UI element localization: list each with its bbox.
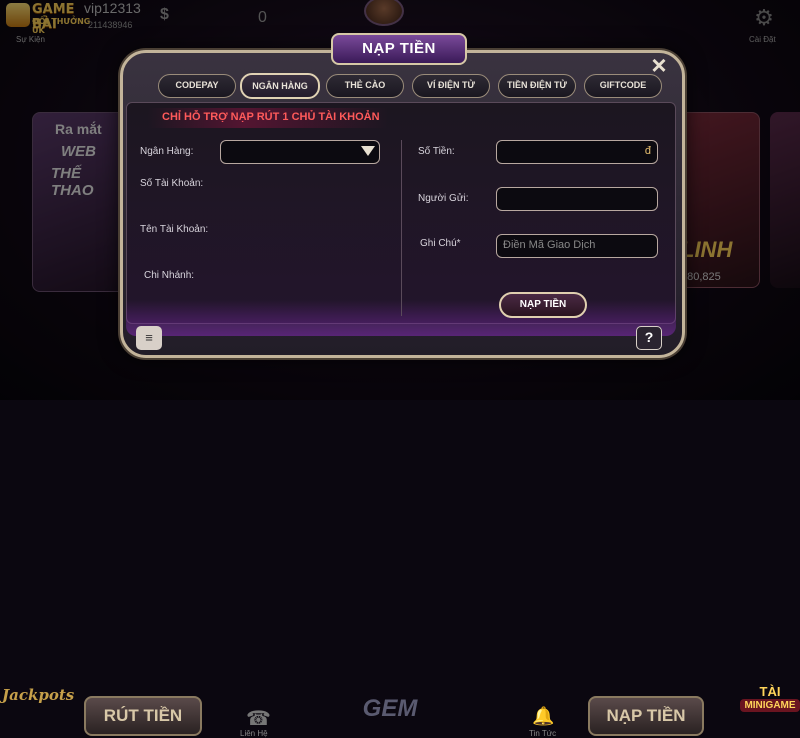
tab-giftcode[interactable]: GIFTCODE	[584, 74, 662, 98]
note-input[interactable]: Điền Mã Giao Dịch	[496, 234, 658, 258]
note-placeholder: Điền Mã Giao Dịch	[503, 239, 596, 251]
amount-label: Số Tiền:	[418, 146, 455, 157]
jackpots-button[interactable]: Jackpots	[2, 686, 76, 726]
notice-text: CHỈ HỖ TRỢ NẠP RÚT 1 CHỦ TÀI KHOẢN	[162, 111, 380, 123]
news-label: Tin Tức	[529, 729, 557, 738]
column-divider	[401, 140, 402, 316]
minigame-tai: TÀI	[759, 684, 781, 699]
chevron-down-icon	[361, 146, 375, 156]
bank-label: Ngân Hàng:	[140, 146, 194, 157]
bank-select[interactable]	[220, 140, 380, 164]
amount-input[interactable]: đ	[496, 140, 658, 164]
submit-deposit-button[interactable]: NẠP TIỀN	[499, 292, 587, 318]
dialog-title: NẠP TIỀN	[331, 33, 467, 65]
sender-label: Người Gửi:	[418, 193, 469, 204]
deposit-bottom-button[interactable]: NẠP TIỀN	[588, 696, 704, 736]
help-icon[interactable]: ?	[636, 326, 662, 350]
tab-bank[interactable]: NGÂN HÀNG	[240, 73, 320, 99]
minigame-label: MINIGAME	[740, 699, 800, 712]
contact-label: Liên Hệ	[240, 729, 268, 738]
tab-card[interactable]: THẺ CÀO	[326, 74, 404, 98]
phone-icon[interactable]: ☎	[246, 706, 271, 731]
center-brand-logo: GEM	[362, 695, 418, 722]
minigame-button[interactable]: TÀI MINIGAME	[740, 684, 800, 734]
note-label: Ghi Chú*	[420, 238, 461, 249]
tab-e-wallet[interactable]: VÍ ĐIỆN TỬ	[412, 74, 490, 98]
branch-label: Chi Nhánh:	[144, 270, 195, 281]
account-name-label: Tên Tài Khoản:	[140, 224, 209, 235]
currency-symbol: đ	[644, 145, 651, 157]
tab-codepay[interactable]: CODEPAY	[158, 74, 236, 98]
tab-crypto[interactable]: TIỀN ĐIỆN TỬ	[498, 74, 576, 98]
history-icon[interactable]: ≡	[136, 326, 162, 350]
account-number-label: Số Tài Khoản:	[140, 178, 204, 189]
sender-input[interactable]	[496, 187, 658, 211]
withdraw-button[interactable]: RÚT TIỀN	[84, 696, 202, 736]
deposit-tabs: CODEPAY NGÂN HÀNG THẺ CÀO VÍ ĐIỆN TỬ TIỀ…	[150, 73, 665, 99]
bell-icon[interactable]: 🔔	[532, 706, 554, 727]
